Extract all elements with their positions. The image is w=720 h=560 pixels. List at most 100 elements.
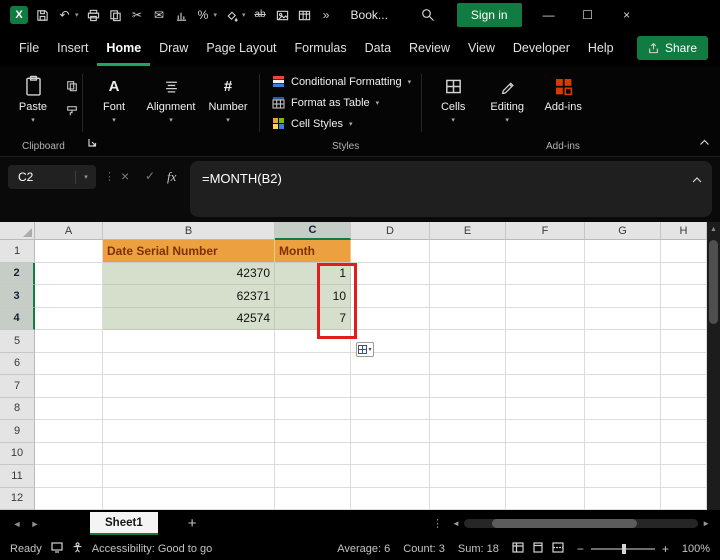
cell-G2[interactable] bbox=[585, 263, 661, 286]
cell-F2[interactable] bbox=[506, 263, 585, 286]
column-header-A[interactable]: A bbox=[35, 222, 103, 240]
cell-G8[interactable] bbox=[585, 398, 661, 421]
select-all-button[interactable] bbox=[0, 222, 35, 240]
cell-C3[interactable]: 10 bbox=[275, 285, 351, 308]
menu-tab-file[interactable]: File bbox=[10, 33, 48, 66]
alignment-group-button[interactable]: Alignment ▾ bbox=[141, 74, 201, 124]
cell-E5[interactable] bbox=[430, 330, 506, 353]
cell-D2[interactable] bbox=[351, 263, 430, 286]
sheet-nav-next-icon[interactable]: ► bbox=[26, 519, 44, 529]
share-button[interactable]: Share bbox=[637, 36, 708, 60]
clipboard-dialog-launcher-icon[interactable] bbox=[88, 134, 97, 152]
cell-D1[interactable] bbox=[351, 240, 430, 263]
zoom-slider[interactable] bbox=[591, 548, 655, 550]
cell-H8[interactable] bbox=[661, 398, 707, 421]
cell-A4[interactable] bbox=[35, 308, 103, 331]
cell-C2[interactable]: 1 bbox=[275, 263, 351, 286]
sign-in-button[interactable]: Sign in bbox=[457, 3, 522, 27]
cell-A8[interactable] bbox=[35, 398, 103, 421]
cell-B8[interactable] bbox=[103, 398, 275, 421]
cancel-icon[interactable]: × bbox=[121, 168, 129, 184]
cell-C10[interactable] bbox=[275, 443, 351, 466]
menu-tab-data[interactable]: Data bbox=[356, 33, 400, 66]
sheet-options-icon[interactable]: ⋮ bbox=[432, 517, 443, 530]
cell-F11[interactable] bbox=[506, 465, 585, 488]
row-header-4[interactable]: 4 bbox=[0, 308, 35, 331]
cell-B11[interactable] bbox=[103, 465, 275, 488]
undo-chevron-icon[interactable]: ▾ bbox=[75, 11, 79, 19]
menu-tab-insert[interactable]: Insert bbox=[48, 33, 97, 66]
column-header-E[interactable]: E bbox=[430, 222, 506, 240]
row-header-1[interactable]: 1 bbox=[0, 240, 35, 263]
cell-D3[interactable] bbox=[351, 285, 430, 308]
horizontal-scrollbar[interactable]: ◄ ► bbox=[452, 518, 710, 529]
row-header-10[interactable]: 10 bbox=[0, 443, 35, 466]
vertical-scrollbar[interactable]: ▲ bbox=[707, 222, 720, 510]
conditional-formatting-button[interactable]: Conditional Formatting ▾ bbox=[272, 75, 411, 88]
cell-B4[interactable]: 42574 bbox=[103, 308, 275, 331]
row-header-9[interactable]: 9 bbox=[0, 420, 35, 443]
cell-C12[interactable] bbox=[275, 488, 351, 511]
enter-icon[interactable]: ✓ bbox=[145, 169, 155, 183]
print-icon[interactable] bbox=[86, 6, 101, 24]
cell-D4[interactable] bbox=[351, 308, 430, 331]
cell-B3[interactable]: 62371 bbox=[103, 285, 275, 308]
cell-G12[interactable] bbox=[585, 488, 661, 511]
macro-record-icon[interactable] bbox=[51, 542, 63, 556]
zoom-out-button[interactable]: − bbox=[577, 542, 584, 556]
cell-styles-button[interactable]: Cell Styles ▾ bbox=[272, 117, 411, 130]
insert-function-icon[interactable]: fx bbox=[167, 169, 176, 185]
scroll-up-icon[interactable]: ▲ bbox=[707, 222, 720, 236]
accessibility-icon[interactable] bbox=[72, 542, 83, 556]
cell-H10[interactable] bbox=[661, 443, 707, 466]
cut-icon[interactable]: ✂ bbox=[130, 6, 145, 24]
menu-tab-home[interactable]: Home bbox=[97, 33, 150, 66]
menu-tab-help[interactable]: Help bbox=[579, 33, 623, 66]
cell-F8[interactable] bbox=[506, 398, 585, 421]
menu-tab-developer[interactable]: Developer bbox=[504, 33, 579, 66]
cell-A5[interactable] bbox=[35, 330, 103, 353]
format-painter-icon[interactable] bbox=[66, 103, 78, 118]
cell-H1[interactable] bbox=[661, 240, 707, 263]
cell-F7[interactable] bbox=[506, 375, 585, 398]
mail-icon[interactable]: ✉ bbox=[152, 6, 167, 24]
cell-B1[interactable]: Date Serial Number bbox=[103, 240, 275, 263]
cell-G6[interactable] bbox=[585, 353, 661, 376]
cell-A9[interactable] bbox=[35, 420, 103, 443]
addins-button[interactable]: Add-ins bbox=[534, 74, 592, 113]
cell-A6[interactable] bbox=[35, 353, 103, 376]
cell-D10[interactable] bbox=[351, 443, 430, 466]
cell-G4[interactable] bbox=[585, 308, 661, 331]
copy-icon[interactable] bbox=[108, 6, 123, 24]
cell-A12[interactable] bbox=[35, 488, 103, 511]
cell-A11[interactable] bbox=[35, 465, 103, 488]
cell-E11[interactable] bbox=[430, 465, 506, 488]
cell-F10[interactable] bbox=[506, 443, 585, 466]
cell-F9[interactable] bbox=[506, 420, 585, 443]
menu-tab-formulas[interactable]: Formulas bbox=[286, 33, 356, 66]
page-layout-view-icon[interactable] bbox=[532, 542, 544, 556]
cell-G5[interactable] bbox=[585, 330, 661, 353]
vertical-scroll-thumb[interactable] bbox=[709, 240, 718, 324]
horizontal-scroll-thumb[interactable] bbox=[492, 519, 637, 528]
cell-A3[interactable] bbox=[35, 285, 103, 308]
column-header-D[interactable]: D bbox=[351, 222, 430, 240]
cell-G3[interactable] bbox=[585, 285, 661, 308]
row-header-12[interactable]: 12 bbox=[0, 488, 35, 511]
cell-A7[interactable] bbox=[35, 375, 103, 398]
collapse-formula-bar-icon[interactable] bbox=[692, 171, 702, 186]
menu-tab-view[interactable]: View bbox=[459, 33, 504, 66]
cell-B10[interactable] bbox=[103, 443, 275, 466]
formula-bar-resize-handle[interactable]: ⋮ bbox=[104, 170, 116, 183]
menu-tab-review[interactable]: Review bbox=[400, 33, 459, 66]
cell-D8[interactable] bbox=[351, 398, 430, 421]
cell-D7[interactable] bbox=[351, 375, 430, 398]
menu-tab-draw[interactable]: Draw bbox=[150, 33, 197, 66]
cell-C8[interactable] bbox=[275, 398, 351, 421]
cell-H5[interactable] bbox=[661, 330, 707, 353]
close-button[interactable]: × bbox=[615, 8, 639, 22]
percent-style-icon[interactable]: % bbox=[196, 6, 211, 24]
paste-button[interactable]: Paste ▾ bbox=[6, 74, 60, 124]
cell-E9[interactable] bbox=[430, 420, 506, 443]
cell-C11[interactable] bbox=[275, 465, 351, 488]
